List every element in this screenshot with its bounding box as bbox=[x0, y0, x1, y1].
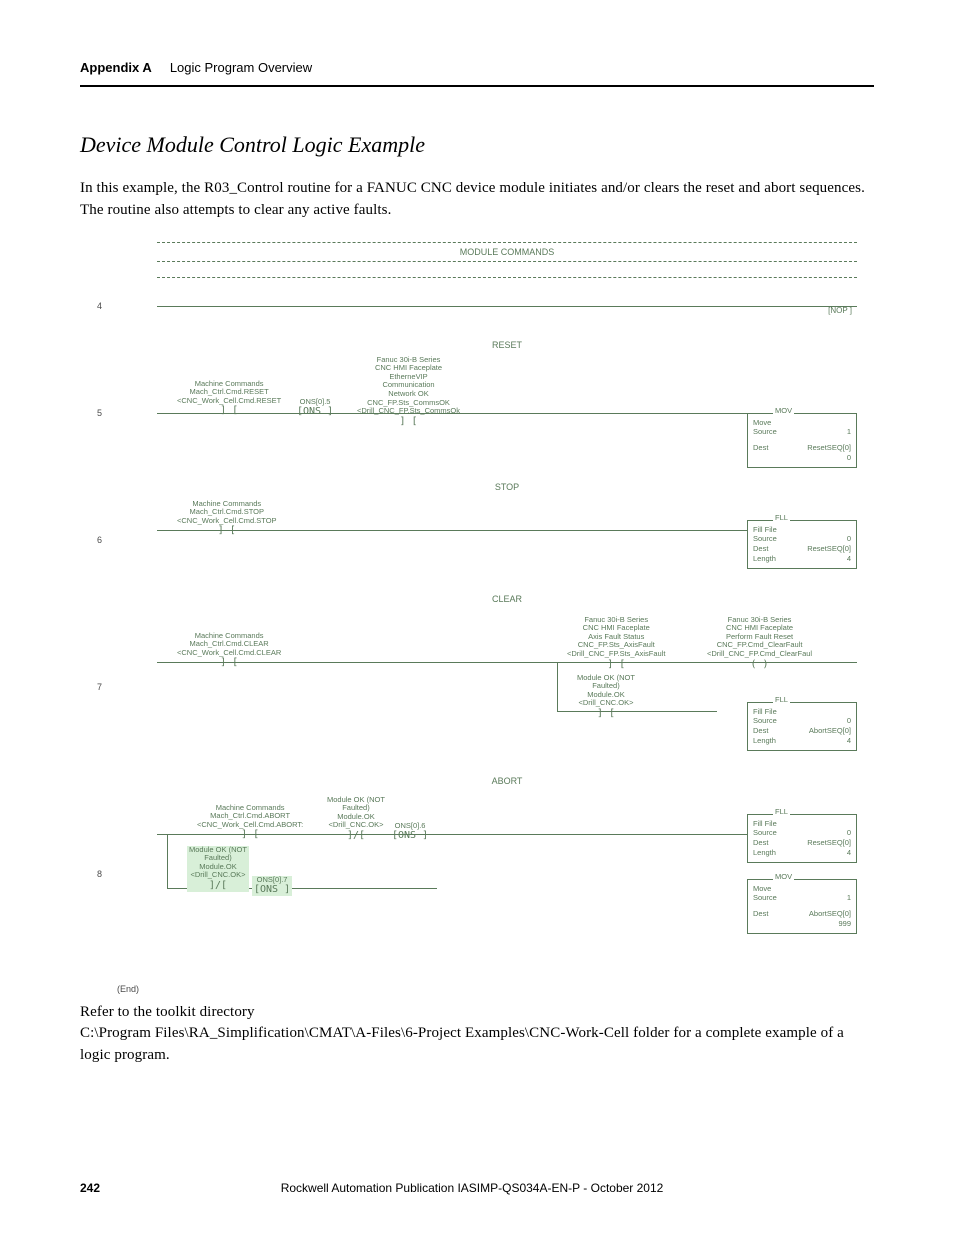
intro-paragraph: In this example, the R03_Control routine… bbox=[80, 178, 874, 222]
rung-label-stop: STOP bbox=[157, 468, 857, 492]
contact-ons-3: ONS[0].7 [ONS ] bbox=[252, 876, 292, 896]
module-commands-header: MODULE COMMANDS bbox=[157, 242, 857, 262]
rung-label-abort: ABORT bbox=[157, 762, 857, 786]
contact-ons: ONS[0].5 [ONS ] bbox=[297, 398, 333, 418]
rung-number: 6 bbox=[97, 535, 102, 545]
fll-box-clear: FLL Fill File Source0 DestAbortSEQ[0] Le… bbox=[747, 702, 857, 751]
publication-id: Rockwell Automation Publication IASIMP-Q… bbox=[281, 1181, 664, 1195]
mov-box-abort: MOV Move Source1 DestAbortSEQ[0] 999 bbox=[747, 879, 857, 934]
rung-number: 8 bbox=[97, 869, 102, 879]
mov-box: MOV Move Source1 DestResetSEQ[0] 0 bbox=[747, 413, 857, 468]
contact-reset-cmd: Machine Commands Mach_Ctrl.Cmd.RESET <CN… bbox=[177, 380, 281, 417]
fll-box: FLL Fill File Source0 DestResetSEQ[0] Le… bbox=[747, 520, 857, 569]
fll-box-abort: FLL Fill File Source0 DestResetSEQ[0] Le… bbox=[747, 814, 857, 863]
section-title: Device Module Control Logic Example bbox=[80, 132, 874, 158]
contact-module-ok-3: Module OK (NOT Faulted) Module.OK <Drill… bbox=[187, 846, 249, 892]
rung-label-clear: CLEAR bbox=[157, 580, 857, 604]
rung-number: 5 bbox=[97, 408, 102, 418]
nop-instruction: [NOP ] bbox=[828, 306, 852, 315]
rung-number: 4 bbox=[97, 301, 102, 311]
contact-stop-cmd: Machine Commands Mach_Ctrl.Cmd.STOP <CNC… bbox=[177, 500, 277, 537]
appendix-label: Appendix A bbox=[80, 60, 152, 75]
contact-commsok: Fanuc 30i-B Series CNC HMI Faceplate Eth… bbox=[357, 356, 460, 428]
rung-number: 7 bbox=[97, 682, 102, 692]
page-number: 242 bbox=[80, 1181, 100, 1195]
header-title: Logic Program Overview bbox=[170, 60, 312, 75]
page-footer: 242 Rockwell Automation Publication IASI… bbox=[80, 1181, 874, 1195]
ladder-diagram: MODULE COMMANDS 4 [NOP ] RESET 5 Machine… bbox=[97, 242, 857, 982]
rung-label-reset: RESET bbox=[157, 326, 857, 350]
page-header: Appendix A Logic Program Overview bbox=[80, 60, 874, 87]
contact-module-ok: Module OK (NOT Faulted) Module.OK <Drill… bbox=[577, 674, 635, 720]
end-label: (End) bbox=[117, 984, 857, 994]
contact-clearfault-out: Fanuc 30i-B Series CNC HMI Faceplate Per… bbox=[707, 616, 812, 671]
contact-clear-cmd: Machine Commands Mach_Ctrl.Cmd.CLEAR <CN… bbox=[177, 632, 281, 669]
outro-paragraph: Refer to the toolkit directory C:\Progra… bbox=[80, 1002, 874, 1067]
